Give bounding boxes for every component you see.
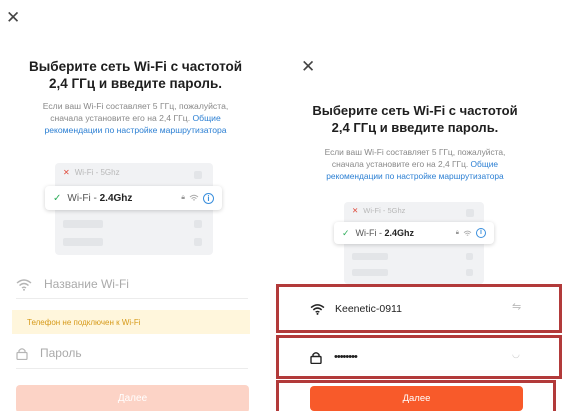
next-button[interactable]: Далее bbox=[16, 385, 249, 411]
wifi-icon bbox=[16, 278, 32, 291]
placeholder-dot bbox=[194, 220, 202, 228]
password-field[interactable]: Пароль bbox=[16, 343, 82, 363]
placeholder-dot bbox=[466, 269, 473, 276]
highlight-box-wifi bbox=[276, 284, 562, 333]
router-guide-link-cont[interactable]: рекомендации по настройке маршрутизатора bbox=[289, 170, 541, 182]
placeholder-bar bbox=[63, 238, 103, 246]
divider bbox=[16, 368, 248, 369]
illustration-row-24ghz: ✓ Wi-Fi - 2.4Ghz 🔒︎ i bbox=[45, 186, 222, 210]
lock-icon bbox=[16, 347, 28, 360]
divider bbox=[16, 298, 248, 299]
close-icon[interactable]: ✕ bbox=[301, 58, 315, 75]
illustration-row-24ghz: ✓ Wi-Fi - 2.4Ghz 🔒︎ i bbox=[334, 222, 494, 244]
page-title: Выберите сеть Wi-Fi с частотой 2,4 ГГц и… bbox=[28, 59, 243, 91]
router-guide-link-cont[interactable]: рекомендации по настройке маршрутизатора bbox=[8, 124, 263, 136]
wifi-icon bbox=[463, 230, 472, 236]
cross-icon: ✕ bbox=[352, 206, 359, 215]
illustration-row-5ghz: ✕ Wi-Fi - 5Ghz bbox=[63, 168, 120, 177]
cross-icon: ✕ bbox=[63, 168, 70, 177]
lock-icon: 🔒︎ bbox=[455, 229, 459, 236]
subtitle: Если ваш Wi-Fi составляет 5 ГГц, пожалуй… bbox=[289, 146, 541, 182]
close-icon[interactable]: ✕ bbox=[6, 9, 20, 26]
placeholder-dot bbox=[466, 209, 474, 217]
placeholder-bar bbox=[63, 220, 103, 228]
info-icon: i bbox=[476, 228, 486, 238]
placeholder-dot bbox=[194, 238, 202, 246]
placeholder-dot bbox=[466, 253, 473, 260]
placeholder-bar bbox=[352, 269, 388, 276]
subtitle: Если ваш Wi-Fi составляет 5 ГГц, пожалуй… bbox=[8, 100, 263, 136]
check-icon: ✓ bbox=[53, 192, 62, 204]
page-title: Выберите сеть Wi-Fi с частотой 2,4 ГГц и… bbox=[312, 103, 518, 135]
info-icon: i bbox=[203, 192, 214, 204]
router-guide-link[interactable]: Общие bbox=[192, 113, 220, 123]
lock-icon: 🔒︎ bbox=[181, 194, 185, 201]
highlight-box-button bbox=[276, 380, 556, 411]
highlight-box-password bbox=[276, 335, 562, 379]
illustration-row-5ghz: ✕ Wi-Fi - 5Ghz bbox=[352, 206, 406, 215]
wifi-name-field[interactable]: Название Wi-Fi bbox=[16, 273, 129, 295]
router-guide-link[interactable]: Общие bbox=[471, 159, 499, 169]
placeholder-bar bbox=[352, 253, 388, 260]
placeholder-dot bbox=[194, 171, 202, 179]
check-icon: ✓ bbox=[342, 227, 350, 238]
warning-banner: Телефон не подключен к Wi-Fi bbox=[12, 310, 250, 334]
wifi-icon bbox=[189, 194, 199, 201]
